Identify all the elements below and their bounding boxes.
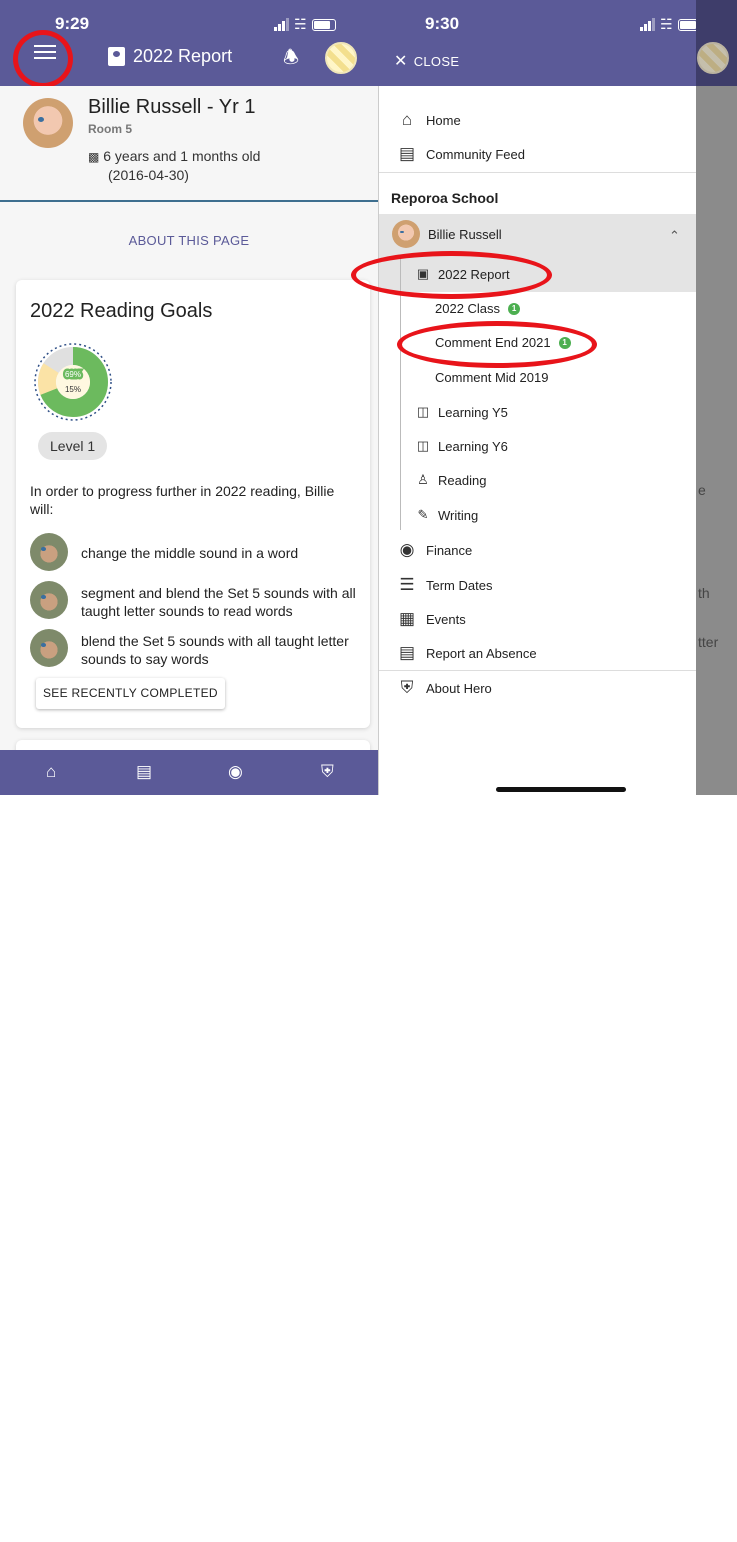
chat-icon: ▤ xyxy=(398,643,416,662)
pencil-icon: ✎ xyxy=(417,507,429,522)
goal-item: segment and blend the Set 5 sounds with … xyxy=(30,581,360,619)
feed-icon[interactable]: ▤ xyxy=(136,762,152,782)
tree-line xyxy=(400,258,401,530)
profile-avatar[interactable] xyxy=(325,42,357,74)
in-progress-label: 15% xyxy=(65,385,81,394)
card-title: 2022 Reading Goals xyxy=(30,300,213,322)
page-title: 2022 Report xyxy=(108,46,232,67)
student-name: Billie Russell - Yr 1 xyxy=(88,96,256,118)
bell-icon[interactable]: 🕭 xyxy=(283,45,299,75)
status-time: 9:29 xyxy=(55,14,90,33)
signal-icon xyxy=(640,18,655,31)
level-chip: Level 1 xyxy=(38,432,108,460)
teacher-avatar xyxy=(30,629,68,667)
home-indicator xyxy=(128,1537,258,1542)
menu-2022-class[interactable]: 2022 Class 1 xyxy=(435,301,521,316)
chevron-up-icon[interactable]: ⌃ xyxy=(669,228,680,244)
goal-item: blend the Set 5 sounds with all taught l… xyxy=(30,629,360,667)
menu-writing[interactable]: ✎ Writing xyxy=(416,507,479,523)
teacher-avatar xyxy=(30,533,68,571)
shield-icon: ⛨ xyxy=(400,678,414,697)
menu-reading[interactable]: ♙ Reading xyxy=(416,472,486,488)
school-heading: Reporoa School xyxy=(391,190,499,206)
goals-donut-chart: 69% 15% xyxy=(34,343,112,421)
dimmed-background[interactable] xyxy=(696,0,737,795)
menu-comment-mid-2019[interactable]: Comment Mid 2019 xyxy=(435,370,548,385)
menu-learning-y6[interactable]: ◫ Learning Y6 xyxy=(416,438,508,454)
battery-icon xyxy=(311,19,336,31)
menu-about-hero[interactable]: ⛨ About Hero xyxy=(396,678,492,698)
profile-avatar xyxy=(697,42,729,74)
newspaper-icon: ▤ xyxy=(398,144,416,163)
backpack-icon: ◫ xyxy=(416,404,430,419)
student-room: Room 5 xyxy=(88,122,133,136)
highlight-ring xyxy=(13,30,73,88)
divider xyxy=(379,670,696,671)
signal-icon xyxy=(274,18,289,31)
menu-home[interactable]: ⌂ Home xyxy=(396,110,461,130)
student-age: ▩ 6 years and 1 months old (2016-04-30) xyxy=(88,148,261,183)
bottom-nav: ⌂ ▤ ◉ ⛨ xyxy=(0,750,378,1542)
about-page-link[interactable]: ABOUT THIS PAGE xyxy=(0,233,378,248)
divider xyxy=(379,172,696,173)
highlight-ring xyxy=(351,251,552,299)
menu-finance[interactable]: ◉ Finance xyxy=(396,540,473,560)
student-avatar xyxy=(23,98,73,148)
menu-report-absence[interactable]: ▤ Report an Absence xyxy=(396,643,537,663)
menu-events[interactable]: ▦ Events xyxy=(396,609,466,629)
status-icons: ☵ xyxy=(274,17,336,31)
account-icon[interactable]: ◉ xyxy=(228,762,243,782)
drawer-header: 9:30 ☵ xyxy=(378,0,702,86)
report-icon xyxy=(108,47,125,66)
student-avatar xyxy=(392,220,420,248)
reader-icon: ♙ xyxy=(417,472,429,487)
calendar-icon: ▦ xyxy=(398,609,416,628)
backpack-icon: ◫ xyxy=(416,438,430,453)
menu-learning-y5[interactable]: ◫ Learning Y5 xyxy=(416,404,508,420)
money-icon: ◉ xyxy=(399,540,415,559)
list-icon: ☰ xyxy=(399,575,415,594)
teacher-avatar xyxy=(30,581,68,619)
highlight-ring xyxy=(397,321,597,368)
status-icons: ☵ xyxy=(640,17,702,31)
home-indicator xyxy=(496,787,626,792)
wifi-icon: ☵ xyxy=(294,16,307,32)
menu-community-feed[interactable]: ▤ Community Feed xyxy=(396,144,525,164)
goal-item: change the middle sound in a word xyxy=(30,533,360,571)
status-time: 9:30 xyxy=(425,14,460,33)
progress-text: In order to progress further in 2022 rea… xyxy=(30,483,335,517)
menu-student[interactable]: Billie Russell xyxy=(392,220,502,248)
wifi-icon: ☵ xyxy=(660,16,673,32)
home-icon[interactable]: ⌂ xyxy=(46,762,56,782)
see-recently-completed-button[interactable]: SEE RECENTLY COMPLETED xyxy=(36,678,225,709)
menu-term-dates[interactable]: ☰ Term Dates xyxy=(396,575,492,595)
shield-icon[interactable]: ⛨ xyxy=(321,762,334,782)
count-badge: 1 xyxy=(508,302,521,315)
close-icon: ✕ xyxy=(394,53,408,70)
cake-icon: ▩ xyxy=(88,150,100,164)
achieved-label: 69% xyxy=(65,370,81,379)
home-icon: ⌂ xyxy=(401,110,413,129)
close-button[interactable]: ✕ CLOSE xyxy=(394,51,459,71)
